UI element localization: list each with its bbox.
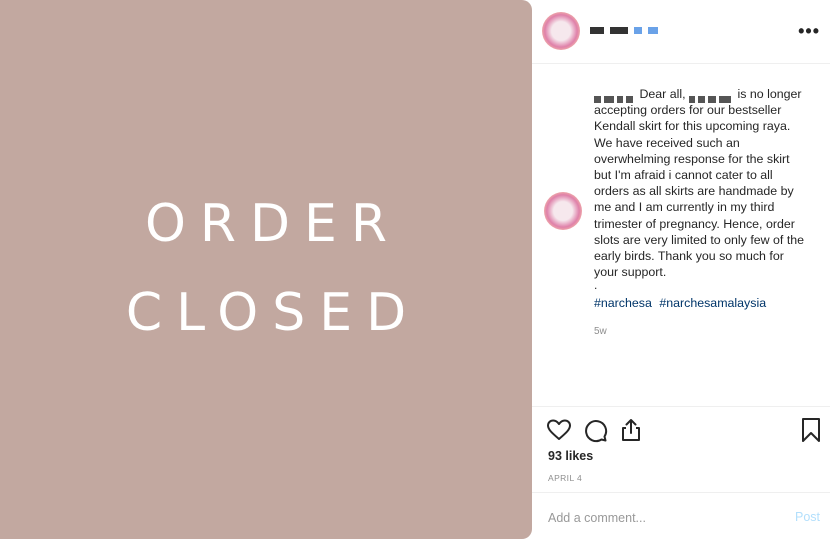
caption-section: Dear all, is no longer accepting orders … bbox=[532, 64, 830, 406]
comment-icon[interactable] bbox=[582, 417, 608, 443]
post-header: ••• bbox=[532, 0, 830, 64]
post-date[interactable]: APRIL 4 bbox=[548, 473, 582, 483]
post-image[interactable]: ORDER CLOSED bbox=[0, 0, 532, 539]
comment-input[interactable] bbox=[548, 509, 768, 527]
caption-avatar[interactable] bbox=[544, 192, 582, 230]
hashtag-link[interactable]: #narchesamalaysia bbox=[659, 296, 766, 310]
post-side-panel: ••• Dear all, is no longer accepting ord… bbox=[532, 0, 830, 539]
image-text-order: ORDER bbox=[144, 194, 402, 254]
add-comment-bar: Post bbox=[532, 492, 830, 539]
action-bar: 93 likes APRIL 4 bbox=[532, 406, 830, 492]
hashtag-list: #narchesa #narchesamalaysia bbox=[594, 296, 770, 310]
caption-timestamp[interactable]: 5w bbox=[594, 326, 607, 337]
hashtag-link[interactable]: #narchesa bbox=[594, 296, 652, 310]
share-icon[interactable] bbox=[618, 417, 644, 443]
caption-brand-redacted[interactable] bbox=[689, 91, 734, 103]
caption-part2: is no longer accepting orders for our be… bbox=[594, 87, 805, 280]
username-redacted[interactable] bbox=[590, 27, 658, 35]
avatar[interactable] bbox=[542, 12, 580, 50]
heart-icon[interactable] bbox=[546, 417, 572, 443]
caption-username-redacted[interactable] bbox=[594, 91, 636, 103]
more-options-icon[interactable]: ••• bbox=[798, 22, 820, 40]
image-text-closed: CLOSED bbox=[125, 283, 421, 343]
caption-text: Dear all, is no longer accepting orders … bbox=[594, 86, 810, 280]
likes-count[interactable]: 93 likes bbox=[548, 449, 593, 463]
caption-dot: . bbox=[594, 278, 598, 292]
caption-part1: Dear all, bbox=[639, 87, 686, 101]
post-button[interactable]: Post bbox=[795, 510, 820, 524]
bookmark-icon[interactable] bbox=[798, 417, 824, 443]
